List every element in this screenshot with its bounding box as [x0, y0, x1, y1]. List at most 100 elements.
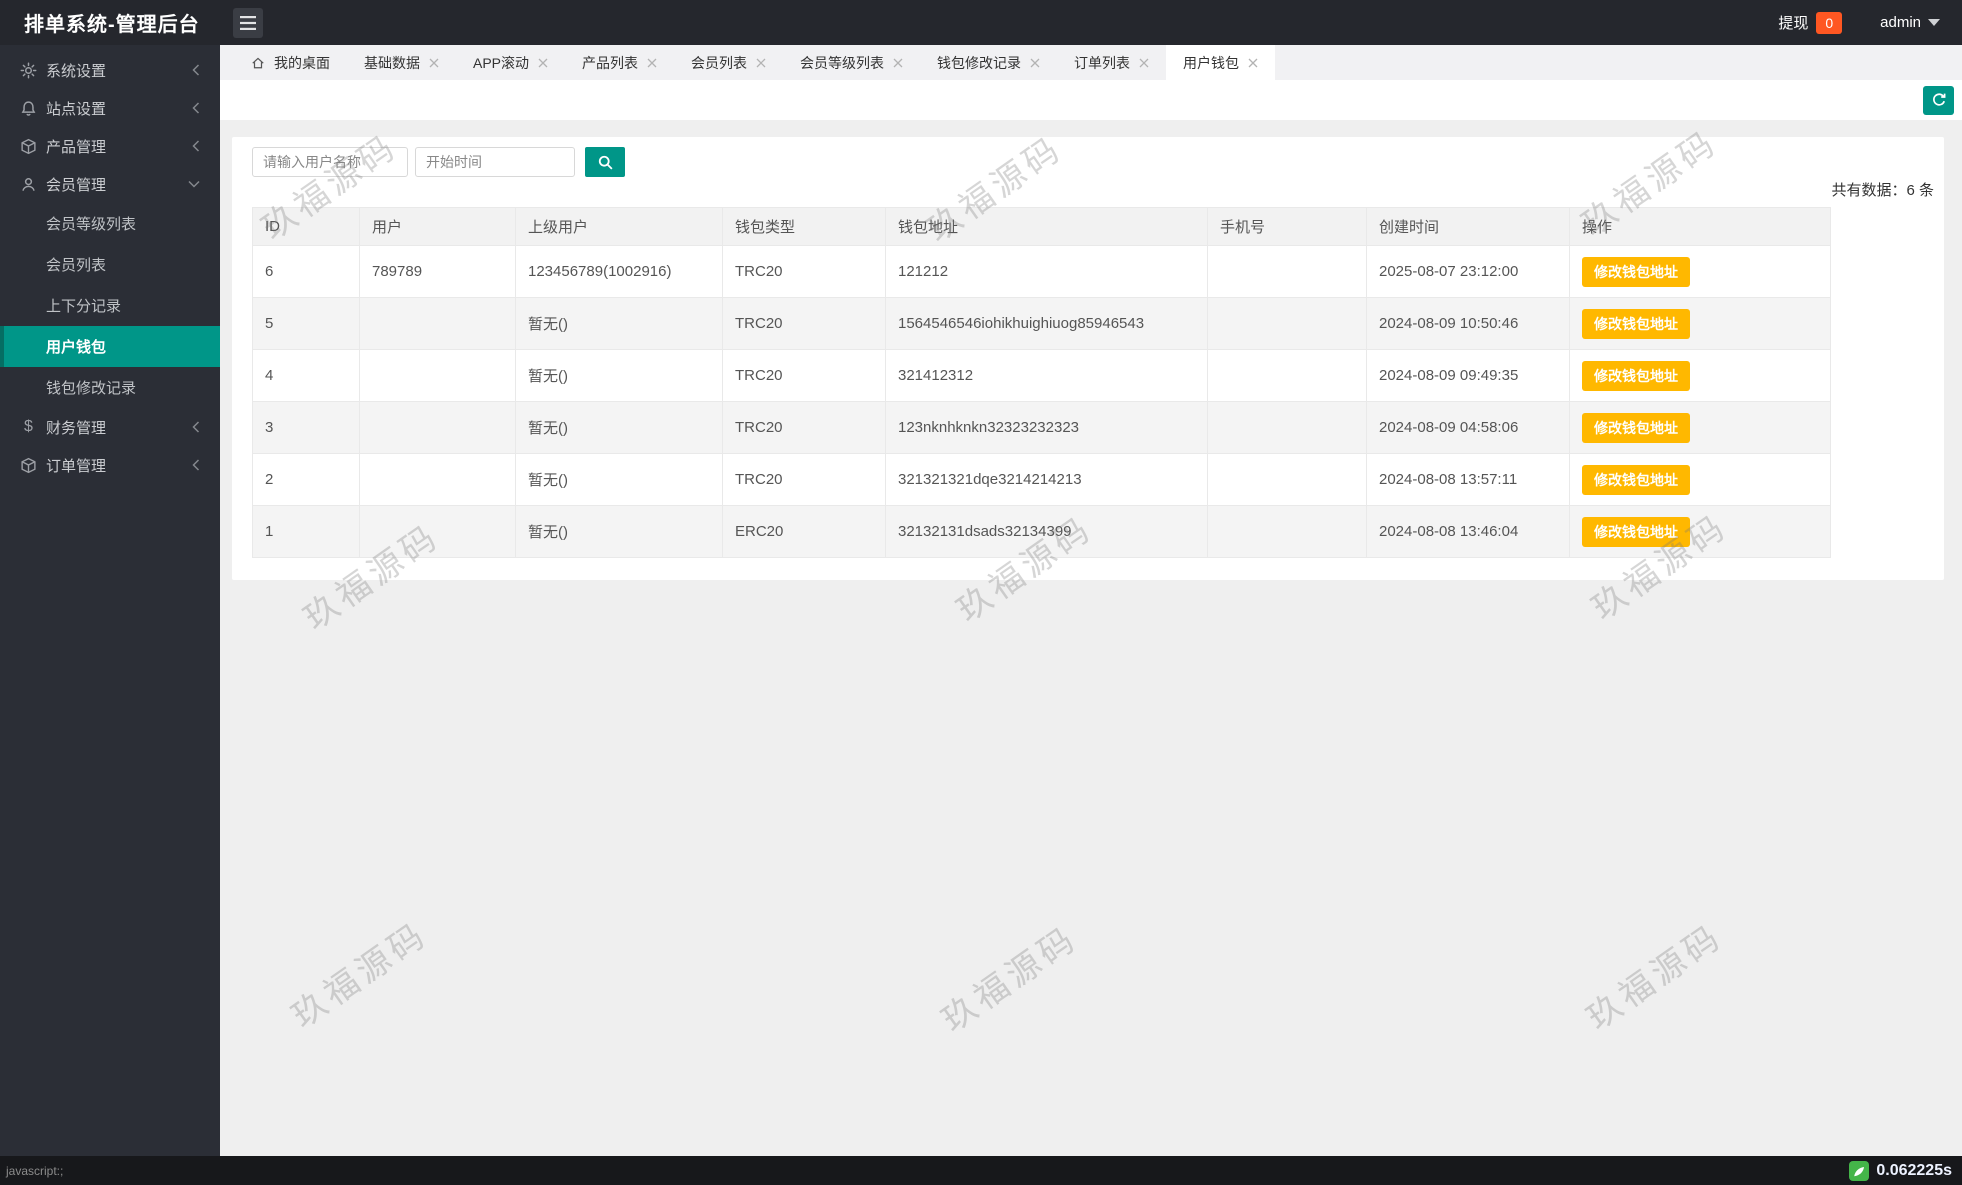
cell-wallet-address: 123nknhknkn32323232323	[885, 401, 1208, 454]
sidebar-subitem-label: 会员列表	[46, 257, 107, 274]
cell-wallet-type: TRC20	[722, 297, 886, 350]
cell-actions: 修改钱包地址	[1569, 505, 1831, 558]
sidebar-item-system-settings[interactable]: 系统设置	[0, 51, 220, 89]
col-id: ID	[252, 207, 360, 246]
close-icon[interactable]	[1030, 58, 1040, 68]
cell-wallet-address: 321321321dqe3214214213	[885, 453, 1208, 506]
sidebar-item-user-wallet[interactable]: 用户钱包	[0, 326, 220, 367]
tab-basic-data[interactable]: 基础数据	[347, 45, 456, 80]
sidebar-item-wallet-change-records[interactable]: 钱包修改记录	[0, 367, 220, 408]
cell-parent-user: 暂无()	[515, 505, 723, 558]
close-icon[interactable]	[647, 58, 657, 68]
tab-app-scroll[interactable]: APP滚动	[456, 45, 565, 80]
cell-parent-user: 暂无()	[515, 453, 723, 506]
edit-wallet-address-button[interactable]: 修改钱包地址	[1582, 360, 1690, 391]
cell-user	[359, 349, 516, 402]
tab-order-list[interactable]: 订单列表	[1057, 45, 1166, 80]
hamburger-icon	[240, 15, 256, 30]
cell-wallet-address: 121212	[885, 245, 1208, 298]
sidebar-subitem-label: 会员等级列表	[46, 216, 137, 233]
refresh-button[interactable]	[1923, 85, 1954, 115]
framework-logo-icon	[1849, 1160, 1870, 1181]
close-icon[interactable]	[429, 58, 439, 68]
edit-wallet-address-button[interactable]: 修改钱包地址	[1582, 256, 1690, 287]
table-row: 3 暂无() TRC20 123nknhknkn32323232323 2024…	[252, 401, 1831, 454]
sidebar-item-order-management[interactable]: 订单管理	[0, 446, 220, 484]
edit-wallet-address-button[interactable]: 修改钱包地址	[1582, 464, 1690, 495]
refresh-icon	[1932, 93, 1945, 106]
sidebar-item-member-list[interactable]: 会员列表	[0, 244, 220, 285]
cell-phone	[1207, 505, 1367, 558]
tab-member-list[interactable]: 会员列表	[674, 45, 783, 80]
sidebar-item-finance-management[interactable]: $ 财务管理	[0, 408, 220, 446]
close-icon[interactable]	[756, 58, 766, 68]
withdraw-count-badge[interactable]: 0	[1816, 11, 1843, 34]
chevron-down-icon	[188, 180, 200, 188]
col-parent-user: 上级用户	[515, 207, 723, 246]
cell-wallet-type: TRC20	[722, 453, 886, 506]
wallet-table-wrap: ID 用户 上级用户 钱包类型 钱包地址 手机号 创建时间 操作 6 78978…	[252, 207, 1934, 558]
tab-label: APP滚动	[473, 54, 530, 71]
cell-wallet-type: TRC20	[722, 401, 886, 454]
tab-label: 订单列表	[1074, 54, 1131, 71]
tab-label: 会员等级列表	[800, 54, 885, 71]
col-phone: 手机号	[1207, 207, 1367, 246]
cube-icon	[21, 457, 36, 473]
sidebar-item-product-management[interactable]: 产品管理	[0, 127, 220, 165]
cell-user: 789789	[359, 245, 516, 298]
sidebar-item-updown-records[interactable]: 上下分记录	[0, 285, 220, 326]
withdraw-link[interactable]: 提现	[1778, 12, 1808, 33]
cell-actions: 修改钱包地址	[1569, 349, 1831, 402]
tab-label: 产品列表	[582, 54, 639, 71]
cell-wallet-address: 321412312	[885, 349, 1208, 402]
cell-wallet-type: ERC20	[722, 505, 886, 558]
tab-wallet-change-records[interactable]: 钱包修改记录	[920, 45, 1057, 80]
table-row: 4 暂无() TRC20 321412312 2024-08-09 09:49:…	[252, 349, 1831, 402]
sidebar-item-member-level-list[interactable]: 会员等级列表	[0, 203, 220, 244]
tab-user-wallet[interactable]: 用户钱包	[1166, 45, 1276, 80]
table-row: 5 暂无() TRC20 1564546546iohikhuighiuog859…	[252, 297, 1831, 350]
edit-wallet-address-button[interactable]: 修改钱包地址	[1582, 308, 1690, 339]
cell-created-at: 2024-08-08 13:57:11	[1366, 453, 1570, 506]
user-icon	[22, 177, 35, 191]
cell-actions: 修改钱包地址	[1569, 401, 1831, 454]
cell-user	[359, 453, 516, 506]
chevron-left-icon	[192, 64, 200, 76]
cell-phone	[1207, 349, 1367, 402]
sidebar-item-site-settings[interactable]: 站点设置	[0, 89, 220, 127]
tab-product-list[interactable]: 产品列表	[565, 45, 674, 80]
sidebar-subitem-label: 钱包修改记录	[46, 380, 137, 397]
search-button[interactable]	[585, 147, 625, 177]
tab-label: 我的桌面	[274, 54, 330, 71]
tab-label: 钱包修改记录	[937, 54, 1022, 71]
gear-icon	[20, 62, 37, 78]
close-icon[interactable]	[538, 58, 548, 68]
tab-my-desktop[interactable]: 我的桌面	[234, 45, 347, 80]
table-row: 1 暂无() ERC20 32132131dsads32134399 2024-…	[252, 505, 1831, 558]
main-content: 我的桌面 基础数据 APP滚动 产品列表 会员列表 会员等级列表 钱包修改记录 …	[220, 45, 1962, 1156]
close-icon[interactable]	[1139, 58, 1149, 68]
sidebar-subitem-label: 上下分记录	[46, 298, 122, 315]
col-wallet-type: 钱包类型	[722, 207, 886, 246]
edit-wallet-address-button[interactable]: 修改钱包地址	[1582, 412, 1690, 443]
sidebar-item-member-management[interactable]: 会员管理	[0, 165, 220, 203]
cell-phone	[1207, 297, 1367, 350]
cell-id: 1	[252, 505, 360, 558]
edit-wallet-address-button[interactable]: 修改钱包地址	[1582, 516, 1690, 547]
total-count-text: 共有数据：6 条	[1831, 182, 1934, 199]
col-actions: 操作	[1569, 207, 1831, 246]
tab-member-level-list[interactable]: 会员等级列表	[783, 45, 920, 80]
close-icon[interactable]	[893, 58, 903, 68]
timer-value: 0.062225s	[1876, 1161, 1952, 1179]
menu-toggle-button[interactable]	[233, 7, 263, 38]
sidebar-item-label: 订单管理	[46, 457, 107, 475]
username-search-input[interactable]	[252, 147, 408, 177]
status-link-text: javascript:;	[6, 1163, 64, 1178]
cell-wallet-address: 1564546546iohikhuighiuog85946543	[885, 297, 1208, 350]
cell-parent-user: 暂无()	[515, 401, 723, 454]
tab-label: 基础数据	[364, 54, 420, 71]
start-time-input[interactable]	[415, 147, 575, 177]
close-icon[interactable]	[1248, 58, 1258, 68]
table-row: 2 暂无() TRC20 321321321dqe3214214213 2024…	[252, 453, 1831, 506]
admin-dropdown[interactable]: admin	[1880, 14, 1940, 31]
